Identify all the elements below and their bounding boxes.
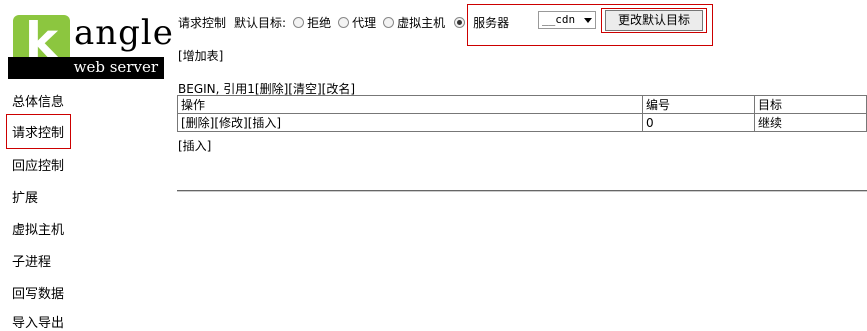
page-title: 请求控制: [178, 15, 227, 30]
sidebar-item-overview[interactable]: 总体信息: [12, 91, 64, 110]
column-header-id: 编号: [642, 95, 755, 114]
radio-server[interactable]: [454, 16, 466, 28]
table-row: [删除][修改][插入] 0 继续: [177, 113, 867, 132]
rename-table-link[interactable]: [改名]: [322, 82, 355, 96]
sidebar-item-import-export[interactable]: 导入导出: [12, 312, 64, 331]
sidebar-item-subprocess[interactable]: 子进程: [12, 251, 51, 270]
row-target-cell: 继续: [754, 113, 867, 132]
radio-deny[interactable]: [293, 16, 305, 28]
radio-proxy[interactable]: [338, 16, 350, 28]
row-actions-cell: [删除][修改][插入]: [177, 113, 643, 132]
insert-rule-link[interactable]: [插入]: [178, 137, 211, 154]
sidebar-item-virtual-host[interactable]: 虚拟主机: [12, 219, 64, 238]
row-insert-link[interactable]: [插入]: [248, 116, 281, 130]
table-name: BEGIN, 引用1: [178, 82, 255, 96]
kangle-logo: k angle web server: [8, 13, 173, 81]
divider: [177, 190, 867, 192]
sidebar-item-writeback[interactable]: 回写数据: [12, 283, 64, 302]
row-id-cell: 0: [642, 113, 755, 132]
radio-server-label: 服务器: [473, 15, 510, 30]
row-delete-link[interactable]: [删除]: [181, 116, 214, 130]
sidebar-item-request-control[interactable]: 请求控制: [6, 114, 72, 149]
column-header-action: 操作: [177, 95, 643, 114]
sidebar-item-response-control[interactable]: 回应控制: [12, 155, 64, 174]
logo-subtitle: web server: [73, 58, 158, 76]
delete-table-link[interactable]: [删除]: [255, 82, 288, 96]
server-select-value: __cdn: [542, 13, 576, 26]
rules-table: 操作 编号 目标 [删除][修改][插入] 0 继续: [177, 95, 867, 132]
chevron-down-icon: [584, 18, 592, 23]
column-header-target: 目标: [754, 95, 867, 114]
radio-vhost[interactable]: [383, 16, 395, 28]
default-target-bar: 请求控制 默认目标: 拒绝 代理 虚拟主机 服务器: [178, 12, 509, 32]
logo-word: angle: [74, 13, 174, 53]
clear-table-link[interactable]: [清空]: [288, 82, 321, 96]
change-default-target-button[interactable]: 更改默认目标: [605, 10, 703, 31]
radio-deny-label: 拒绝: [307, 15, 332, 30]
sidebar-item-extensions[interactable]: 扩展: [12, 187, 38, 206]
table-header-row: 操作 编号 目标: [177, 95, 867, 114]
add-table-link[interactable]: [增加表]: [178, 47, 223, 64]
server-select[interactable]: __cdn: [538, 11, 596, 29]
radio-vhost-label: 虚拟主机: [397, 15, 446, 30]
row-edit-link[interactable]: [修改]: [214, 116, 247, 130]
radio-proxy-label: 代理: [352, 15, 377, 30]
default-target-label: 默认目标:: [234, 15, 287, 30]
